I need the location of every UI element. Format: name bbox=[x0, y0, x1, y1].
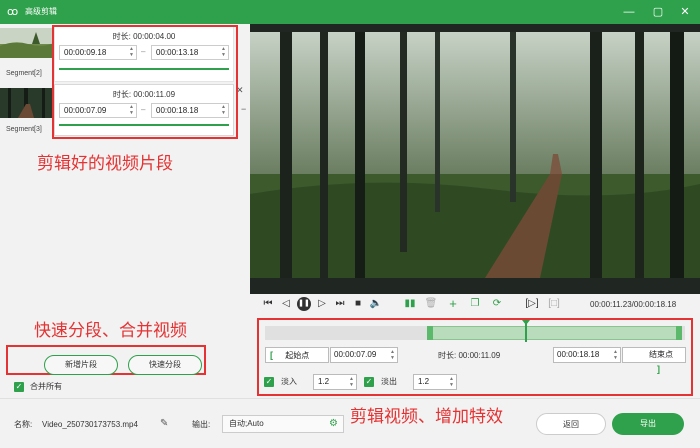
delete-icon[interactable]: 🗑 bbox=[424, 297, 438, 311]
highlight-box bbox=[257, 318, 693, 396]
minus-icon[interactable]: − bbox=[241, 104, 246, 114]
merge-all-label: 合并所有 bbox=[30, 382, 62, 391]
video-preview[interactable] bbox=[250, 24, 700, 294]
annotation-split-merge: 快速分段、合并视频 bbox=[34, 321, 187, 340]
merge-all-checkbox[interactable]: ✓ bbox=[14, 382, 24, 392]
reset-icon[interactable]: ⟳ bbox=[490, 297, 504, 311]
segment-label: Segment[3] bbox=[6, 126, 42, 133]
minimize-icon[interactable]: — bbox=[622, 5, 636, 19]
window-title: 高级剪辑 bbox=[25, 7, 57, 16]
set-start-icon[interactable]: ⏮ bbox=[261, 297, 275, 311]
mark-in-icon[interactable]: [▷] bbox=[525, 297, 539, 311]
file-name: Video_250730173753.mp4 bbox=[42, 420, 138, 429]
segment-thumbnail[interactable] bbox=[0, 88, 54, 118]
annotation-edit-effects: 剪辑视频、增加特效 bbox=[350, 407, 503, 426]
name-label: 名称: bbox=[14, 420, 33, 429]
output-label: 输出: bbox=[192, 420, 211, 429]
segment-thumbnail[interactable] bbox=[0, 28, 54, 58]
time-display: 00:00:11.23/00:00:18.18 bbox=[590, 300, 677, 309]
highlight-box bbox=[52, 25, 238, 139]
new-segment-button[interactable]: 新增片段 bbox=[44, 355, 118, 375]
back-button[interactable]: 返回 bbox=[536, 413, 606, 435]
gear-icon[interactable]: ⚙ bbox=[329, 418, 338, 429]
prev-frame-icon[interactable]: ◁ bbox=[279, 297, 293, 311]
add-icon[interactable]: + bbox=[446, 297, 460, 311]
title-bar: ꝏ 高级剪辑 — ▢ ✕ bbox=[0, 0, 700, 24]
close-icon[interactable]: ✕ bbox=[678, 5, 692, 19]
stop-icon[interactable]: ■ bbox=[351, 297, 365, 311]
pause-icon[interactable]: ❚❚ bbox=[297, 297, 311, 311]
segment-label: Segment[2] bbox=[6, 70, 42, 77]
split-icon[interactable]: ▮▮ bbox=[403, 297, 417, 311]
set-end-icon[interactable]: ⏭ bbox=[333, 297, 347, 311]
output-select[interactable]: 自动;Auto ⚙ bbox=[222, 415, 344, 433]
volume-icon[interactable]: 🔈 bbox=[369, 297, 383, 311]
annotation-segments: 剪辑好的视频片段 bbox=[37, 154, 173, 173]
next-frame-icon[interactable]: ▷ bbox=[315, 297, 329, 311]
export-button[interactable]: 导出 bbox=[612, 413, 684, 435]
app-logo-icon: ꝏ bbox=[7, 6, 19, 18]
quick-split-button[interactable]: 快速分段 bbox=[128, 355, 202, 375]
copy-icon[interactable]: ❐ bbox=[468, 297, 482, 311]
edit-name-icon[interactable]: ✎ bbox=[160, 418, 168, 429]
maximize-icon[interactable]: ▢ bbox=[651, 5, 665, 19]
mark-out-icon[interactable]: [□] bbox=[547, 297, 561, 311]
